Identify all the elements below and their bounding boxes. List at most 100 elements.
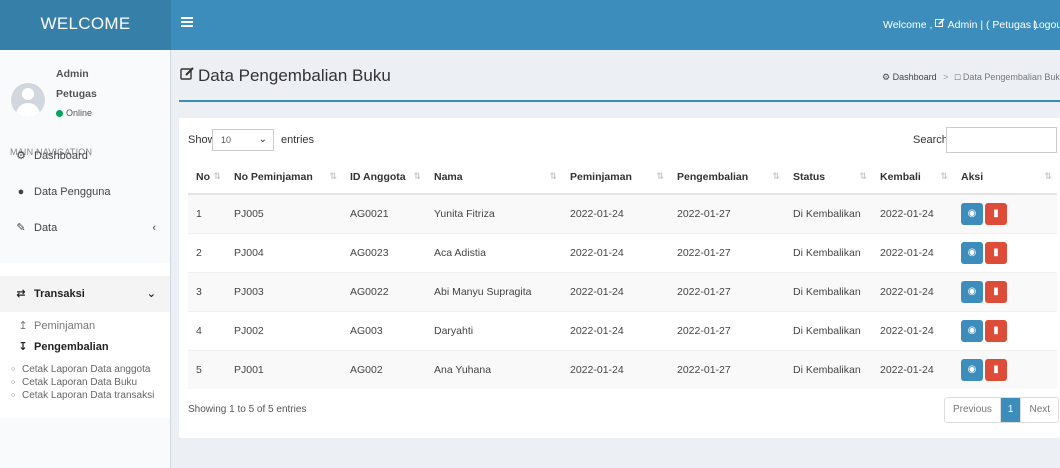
table-cell: 2022-01-24 [562,232,669,272]
table-cell: AG0023 [342,232,426,272]
entries-length-select[interactable]: 10 ⌄ [212,129,274,151]
delete-button[interactable]: ▮ [985,241,1007,264]
sidebar-item-data[interactable]: ✎ Data ‹ [0,210,170,246]
table-cell: Di Kembalikan [785,193,872,233]
title-divider [179,100,1060,102]
sidebar-item-pengembalian[interactable]: ↧ Pengembalian [16,340,108,353]
trash-icon: ▮ [993,285,999,297]
report-buku-link[interactable]: Cetak Laporan Data Buku [11,377,137,388]
view-button[interactable]: ◉ [961,202,983,225]
column-header[interactable]: Aksi ⇅ [953,160,1057,195]
column-header[interactable]: Pengembalian ⇅ [669,160,785,195]
table-cell: 2022-01-27 [669,193,785,233]
delete-button[interactable]: ▮ [985,319,1007,342]
online-dot-icon [56,110,63,117]
table-cell: PJ003 [226,271,342,311]
column-header[interactable]: Peminjaman ⇅ [562,160,669,195]
edit-icon [180,66,194,80]
table-cell: 2022-01-24 [872,271,953,311]
sort-asc-icon: ⇅ [213,171,220,181]
search-input[interactable] [946,127,1057,153]
dashboard-icon: ⚙ [882,72,891,82]
view-button[interactable]: ◉ [961,280,983,303]
delete-button[interactable]: ▮ [985,358,1007,381]
file-icon: □ [954,72,961,82]
table-cell: Yunita Fitriza [426,193,562,233]
table-cell: 2022-01-24 [562,349,669,389]
table-cell: Di Kembalikan [785,232,872,272]
breadcrumb-home[interactable]: Dashboard [893,72,937,82]
column-header[interactable]: No ⇅ [188,160,226,195]
table-row: 3 PJ003 AG0022 Abi Manyu Supragita 2022-… [188,271,1057,311]
view-button[interactable]: ◉ [961,319,983,342]
table-cell: AG003 [342,310,426,350]
trash-icon: ▮ [993,324,999,336]
eye-icon: ◉ [967,324,977,336]
delete-button[interactable]: ▮ [985,280,1007,303]
sort-icon: ⇅ [859,171,866,181]
user-label: Admin | ( Petugas ) [947,19,1038,31]
table-cell: 5 [188,349,226,389]
column-header[interactable]: No Peminjaman ⇅ [226,160,342,195]
view-button[interactable]: ◉ [961,241,983,264]
delete-button[interactable]: ▮ [985,202,1007,225]
sidebar-item-peminjaman[interactable]: ↥ Peminjaman [16,319,95,332]
eye-icon: ◉ [967,363,977,375]
hamburger-icon[interactable] [180,15,194,29]
breadcrumb-current: Data Pengembalian Buku [962,72,1060,82]
table-cell: PJ001 [226,349,342,389]
page-1-button[interactable]: 1 [999,398,1022,422]
user-menu[interactable]: Welcome , Admin | ( Petugas ) [883,0,1037,50]
sidebar-item-dashboard[interactable]: ⚙ Dashboard [0,138,170,174]
table-cell: AG0021 [342,193,426,233]
table-cell: Aca Adistia [426,232,562,272]
sidebar-item-transaksi[interactable]: ⇄ Transaksi ⌄ [0,276,170,312]
column-header[interactable]: ID Anggota ⇅ [342,160,426,195]
logo[interactable]: WELCOME [0,0,171,50]
table-cell: 2022-01-24 [872,310,953,350]
welcome-label: Welcome , [883,19,933,31]
edit-icon: ✎ [16,222,26,234]
sort-icon: ⇅ [549,171,556,181]
sort-icon: ⇅ [656,171,663,181]
action-cell: ◉ ▮ [953,310,1057,350]
breadcrumb: ⚙ Dashboard > □ Data Pengembalian Buku [882,72,1060,83]
report-anggota-link[interactable]: Cetak Laporan Data anggota [11,364,150,375]
table-info: Showing 1 to 5 of 5 entries [188,404,307,415]
table-cell: AG002 [342,349,426,389]
report-transaksi-link[interactable]: Cetak Laporan Data transaksi [11,390,154,401]
table-cell: Di Kembalikan [785,310,872,350]
next-page-button[interactable]: Next [1021,398,1059,422]
table-cell: 3 [188,271,226,311]
action-cell: ◉ ▮ [953,271,1057,311]
sidebar-item-data-pengguna[interactable]: ● Data Pengguna [0,174,170,210]
action-cell: ◉ ▮ [953,349,1057,389]
column-header[interactable]: Kembali ⇅ [872,160,953,195]
entries-label: entries [281,134,315,146]
table-cell: 2022-01-27 [669,349,785,389]
table-row: 2 PJ004 AG0023 Aca Adistia 2022-01-24 20… [188,232,1057,272]
column-header[interactable]: Status ⇅ [785,160,872,195]
table-cell: 1 [188,193,226,233]
table-cell: Di Kembalikan [785,349,872,389]
table-cell: 2022-01-24 [872,232,953,272]
table-cell: PJ005 [226,193,342,233]
column-header[interactable]: Nama ⇅ [426,160,562,195]
table-row: 4 PJ002 AG003 Daryahti 2022-01-24 2022-0… [188,310,1057,350]
page-title: Data Pengembalian Buku [180,66,391,86]
table-cell: AG0022 [342,271,426,311]
table-cell: Daryahti [426,310,562,350]
action-cell: ◉ ▮ [953,232,1057,272]
online-status: Online [56,108,92,118]
eye-icon: ◉ [967,207,977,219]
chevron-down-icon: ⌄ [258,134,267,145]
download-icon: ↧ [18,341,28,353]
view-button[interactable]: ◉ [961,358,983,381]
previous-page-button[interactable]: Previous [945,398,1000,422]
table-row: 5 PJ001 AG002 Ana Yuhana 2022-01-24 2022… [188,349,1057,389]
upload-icon: ↥ [18,320,28,332]
table-cell: 2 [188,232,226,272]
data-table: No ⇅ No Peminjaman ⇅ ID Anggota ⇅ Nama ⇅ Pem… [188,160,1057,389]
sort-icon: ⇅ [413,171,420,181]
logout-link[interactable]: Logou [1033,0,1060,50]
